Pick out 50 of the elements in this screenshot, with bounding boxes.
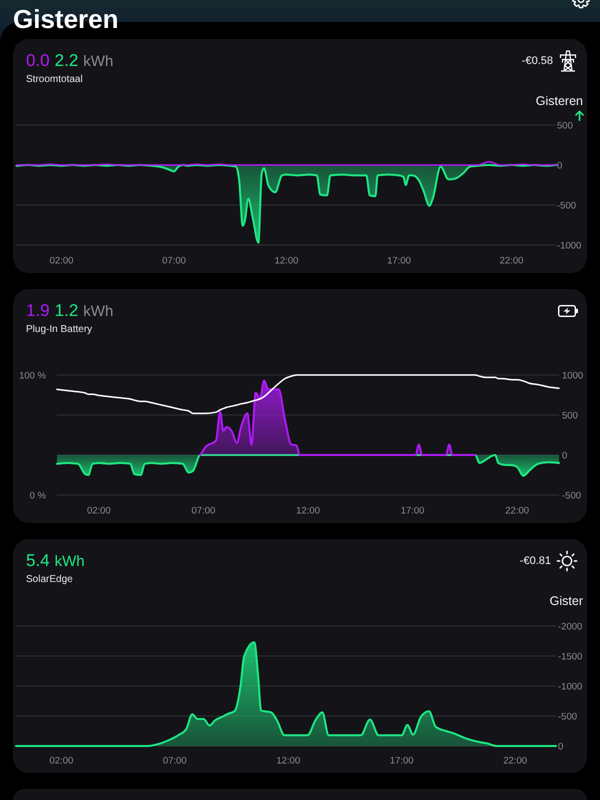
transmission-tower-icon — [558, 50, 578, 72]
x-axis-label: 12:00 — [274, 255, 298, 266]
y-axis-label: -2000 — [558, 621, 582, 632]
y-axis-label: -1000 — [557, 240, 582, 252]
y-axis-label: 0 — [557, 160, 562, 172]
device-name: Stroomtotaal — [26, 74, 84, 86]
x-axis-label: 17:00 — [400, 505, 424, 516]
energy-value: 2.2 — [54, 51, 78, 71]
x-axis-label: 17:00 — [387, 255, 411, 266]
sun-icon — [556, 550, 578, 572]
x-axis-label: 07:00 — [162, 255, 186, 266]
x-axis-label: 07:00 — [162, 755, 187, 766]
unit-label: kWh — [54, 552, 85, 572]
energy-value: 5.4 — [26, 551, 50, 571]
battery-icon — [558, 305, 578, 317]
device-name: SolarEdge — [26, 574, 74, 586]
y-axis-label: 500 — [562, 410, 578, 422]
x-axis-label: 12:00 — [276, 755, 300, 766]
y-axis-label: -1500 — [558, 651, 582, 662]
cost-value: -€0.58 — [522, 54, 553, 68]
x-axis-label: 22:00 — [500, 255, 524, 266]
energy-value: 1.9 — [26, 301, 50, 321]
y-axis-label: 1000 — [562, 370, 584, 382]
energy-value: 1.2 — [54, 301, 78, 321]
y-axis-label: 0 % — [30, 490, 46, 502]
x-axis-label: 07:00 — [192, 505, 216, 516]
x-axis-label: 02:00 — [86, 505, 111, 516]
unit-label: kWh — [83, 52, 114, 72]
y-axis-label: 0 — [558, 741, 564, 752]
device-name: Plug-In Battery — [26, 324, 94, 336]
energy-value: 0.0 — [26, 51, 50, 71]
y-axis-label: -500 — [557, 200, 576, 212]
y-axis-label: -500 — [562, 490, 582, 502]
x-axis-label: 12:00 — [296, 505, 320, 516]
period-label[interactable]: Gisteren — [536, 94, 583, 109]
x-axis-label: 22:00 — [503, 755, 528, 766]
x-axis-label: 17:00 — [390, 755, 414, 766]
cost-value: -€0.81 — [520, 554, 551, 568]
y-axis-label: 100 % — [19, 370, 46, 382]
unit-label: kWh — [83, 302, 114, 322]
y-axis-label: -500 — [558, 711, 578, 722]
settings-icon[interactable] — [572, 0, 590, 9]
x-axis-label: 02:00 — [50, 755, 74, 766]
y-axis-label: -1000 — [558, 681, 582, 692]
page-title: Gisteren — [13, 4, 118, 34]
period-label[interactable]: Gister — [550, 594, 583, 609]
y-axis-label: 0 — [562, 450, 568, 462]
x-axis-label: 02:00 — [50, 255, 74, 266]
x-axis-label: 22:00 — [505, 505, 530, 516]
y-axis-label: 500 — [557, 121, 573, 132]
